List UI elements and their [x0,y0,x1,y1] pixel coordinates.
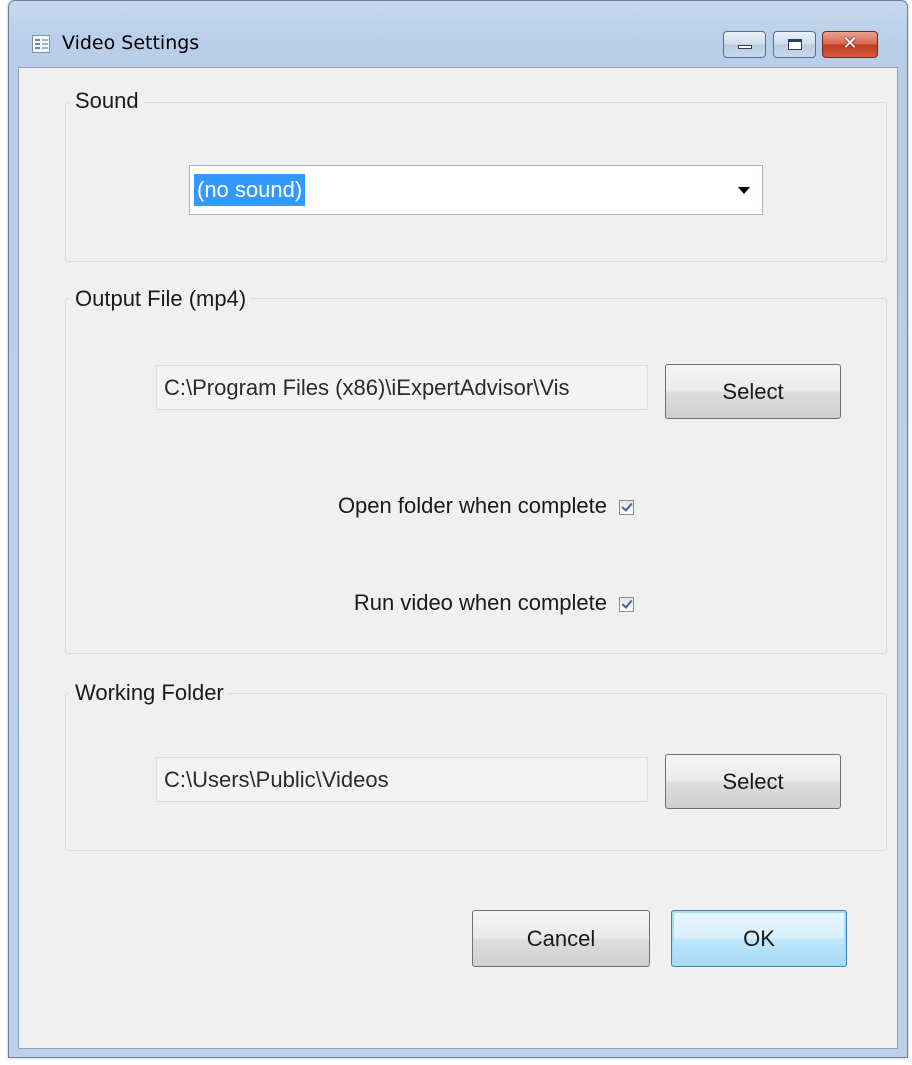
dialog-client-area: Sound (no sound) Output File (mp4) C:\Pr… [18,67,898,1049]
working-folder-group-label: Working Folder [69,680,228,706]
minimize-icon [738,45,752,49]
title-bar[interactable]: Video Settings ✕ [9,1,907,67]
window-title: Video Settings [62,32,200,54]
ok-button[interactable]: OK [671,910,847,967]
close-button[interactable]: ✕ [822,31,878,58]
output-path-field[interactable]: C:\Program Files (x86)\iExpertAdvisor\Vi… [156,365,648,410]
run-video-checkbox[interactable] [619,597,634,612]
output-select-button[interactable]: Select [665,364,841,419]
close-icon: ✕ [842,33,858,54]
minimize-button[interactable] [723,31,766,58]
open-folder-checkbox[interactable] [619,500,634,515]
chevron-down-icon[interactable] [738,187,750,194]
video-settings-window: Video Settings ✕ Sound (no sound) Output… [8,0,908,1058]
maximize-icon [788,39,802,50]
form-window-icon [32,35,50,53]
working-folder-select-button[interactable]: Select [665,754,841,809]
run-video-label: Run video when complete [353,590,607,615]
sound-group-label: Sound [69,88,143,114]
sound-dropdown[interactable]: (no sound) [189,165,763,215]
working-folder-path-field[interactable]: C:\Users\Public\Videos [156,757,648,802]
cancel-button[interactable]: Cancel [472,910,650,967]
open-folder-label: Open folder when complete [337,493,607,518]
output-file-group-label: Output File (mp4) [69,286,251,312]
sound-selected-value: (no sound) [194,174,306,206]
maximize-button[interactable] [773,31,816,58]
